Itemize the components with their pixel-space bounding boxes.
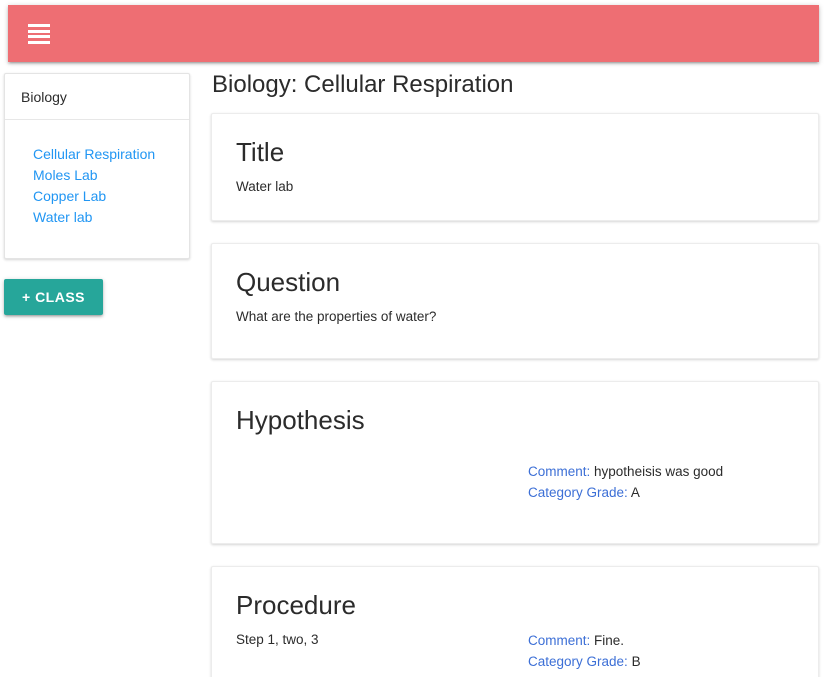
top-navbar [8, 5, 819, 62]
comment-line-hypothesis: Comment: hypotheisis was good [528, 461, 794, 482]
section-body-col-title: Water lab [236, 177, 526, 197]
section-heading-procedure: Procedure [236, 590, 356, 620]
lab-link-moles-lab[interactable]: Moles Lab [33, 165, 173, 186]
hypothesis-spacer [236, 445, 794, 461]
category-grade-line-hypothesis: Category Grade: A [528, 482, 794, 503]
lab-link-water-lab[interactable]: Water lab [33, 207, 173, 228]
hamburger-bar-2 [28, 29, 50, 33]
comment-label-procedure: Comment: [528, 633, 591, 648]
category-grade-line-procedure: Category Grade: B [528, 651, 794, 672]
section-body-question: What are the properties of water? [236, 309, 437, 324]
comment-line-procedure: Comment: Fine. [528, 630, 794, 651]
category-grade-value-hypothesis: A [627, 485, 640, 500]
section-content-procedure: Step 1, two, 3 Comment: Fine. Category G… [236, 630, 794, 672]
hamburger-bar-1 [28, 24, 50, 27]
section-content-hypothesis: Comment: hypotheisis was good Category G… [236, 461, 794, 503]
section-content-question: What are the properties of water? [236, 307, 794, 327]
hamburger-bar-4 [28, 40, 50, 44]
section-card-procedure: Procedure Step 1, two, 3 Comment: Fine. … [211, 566, 819, 677]
section-grade-col-hypothesis: Comment: hypotheisis was good Category G… [526, 461, 794, 503]
sidebar: Biology Cellular Respiration Moles Lab C… [4, 73, 190, 316]
class-card: Biology Cellular Respiration Moles Lab C… [4, 73, 190, 260]
lab-link-cellular-respiration[interactable]: Cellular Respiration [33, 144, 173, 165]
section-card-question: Question What are the properties of wate… [211, 243, 819, 359]
page-title: Biology: Cellular Respiration [212, 71, 514, 98]
lab-link-copper-lab[interactable]: Copper Lab [33, 186, 173, 207]
app-root: Biology Cellular Respiration Moles Lab C… [0, 0, 827, 677]
section-body-procedure: Step 1, two, 3 [236, 632, 319, 647]
hamburger-menu-icon[interactable] [24, 22, 54, 46]
section-content-title: Water lab [236, 177, 794, 197]
section-body-col-question: What are the properties of water? [236, 307, 526, 327]
section-grade-col-procedure: Comment: Fine. Category Grade: B [526, 630, 794, 672]
category-grade-label-hypothesis: Category Grade: [528, 485, 628, 500]
main-content: Biology: Cellular Respiration Title Wate… [211, 70, 819, 677]
category-grade-value-procedure: B [627, 654, 641, 669]
comment-value-procedure: Fine. [590, 633, 625, 648]
comment-label-hypothesis: Comment: [528, 464, 591, 479]
section-heading-question: Question [236, 267, 341, 297]
section-body-title: Water lab [236, 179, 294, 194]
class-card-title: Biology [5, 74, 189, 121]
section-heading-hypothesis: Hypothesis [236, 405, 365, 435]
add-class-button[interactable]: + CLASS [4, 279, 104, 316]
section-heading-title: Title [236, 137, 285, 167]
comment-value-hypothesis: hypotheisis was good [590, 464, 724, 479]
category-grade-label-procedure: Category Grade: [528, 654, 628, 669]
lab-list: Cellular Respiration Moles Lab Copper La… [5, 120, 189, 258]
section-card-title: Title Water lab [211, 113, 819, 221]
section-body-col-procedure: Step 1, two, 3 [236, 630, 526, 650]
hamburger-bar-3 [28, 35, 50, 39]
section-card-hypothesis: Hypothesis Comment: hypotheisis was good… [211, 381, 819, 544]
